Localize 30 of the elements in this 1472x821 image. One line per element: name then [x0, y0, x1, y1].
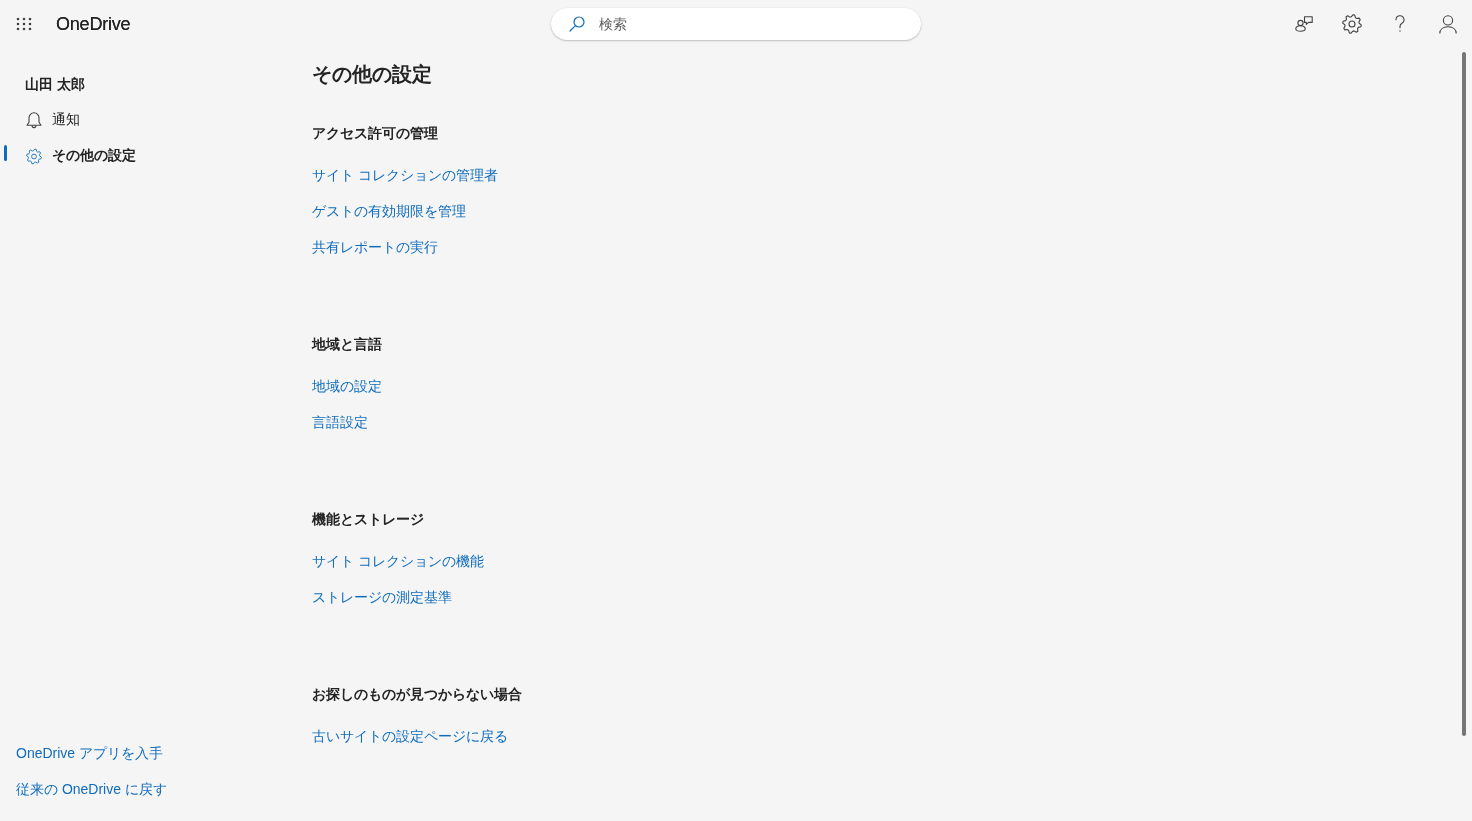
- section-heading: 地域と言語: [312, 335, 382, 354]
- nav-item[interactable]: 通知: [0, 102, 84, 138]
- section-heading: お探しのものが見つからない場合: [312, 685, 522, 704]
- search-field[interactable]: 検索: [551, 8, 921, 40]
- settings-link[interactable]: 言語設定: [312, 412, 368, 432]
- settings-link[interactable]: ゲストの有効期限を管理: [312, 201, 466, 221]
- section-heading: アクセス許可の管理: [312, 124, 438, 143]
- section-heading: 機能とストレージ: [312, 510, 424, 529]
- settings-link[interactable]: 共有レポートの実行: [312, 237, 438, 257]
- footer-link[interactable]: 従来の OneDrive に戻す: [16, 779, 167, 799]
- footer-link[interactable]: OneDrive アプリを入手: [16, 743, 164, 763]
- scrollbar-thumb[interactable]: [1462, 52, 1466, 736]
- app-name[interactable]: OneDrive: [56, 13, 131, 35]
- search-icon: [569, 16, 585, 32]
- selected-indicator: [4, 145, 7, 161]
- user-name: 山田 太郎: [25, 75, 85, 94]
- bell-icon: [26, 111, 42, 129]
- help-icon: [1395, 15, 1405, 33]
- settings-link[interactable]: サイト コレクションの機能: [312, 551, 484, 571]
- settings-icon: [26, 147, 42, 165]
- settings-icon: [1342, 14, 1362, 34]
- waffle-icon: [16, 17, 32, 31]
- person-chat-icon: [1295, 16, 1313, 32]
- nav-item[interactable]: その他の設定: [0, 138, 140, 174]
- person-icon: [1439, 14, 1457, 34]
- settings-link[interactable]: ストレージの測定基準: [312, 587, 452, 607]
- settings-link[interactable]: 地域の設定: [312, 376, 382, 396]
- settings-link[interactable]: 古いサイトの設定ページに戻る: [312, 726, 508, 746]
- page-title: その他の設定: [312, 62, 432, 87]
- settings-link[interactable]: サイト コレクションの管理者: [312, 165, 498, 185]
